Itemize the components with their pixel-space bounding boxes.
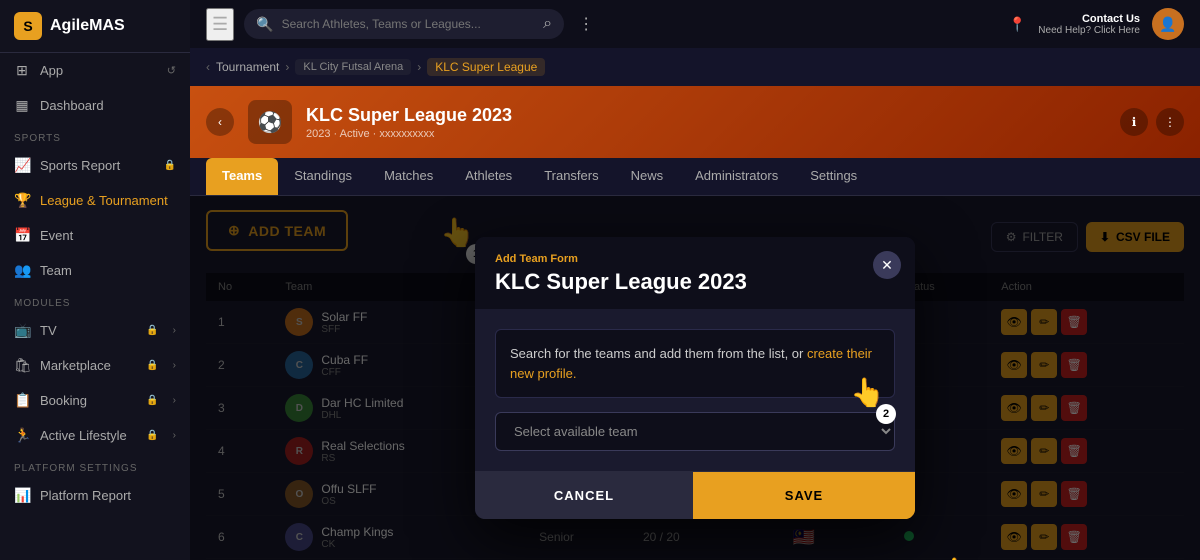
- event-icon: 📅: [14, 227, 30, 244]
- sidebar-item-tv[interactable]: 📺 TV 🔒 ›: [0, 313, 190, 348]
- tab-standings[interactable]: Standings: [278, 158, 368, 195]
- arrow-icon-tv: ›: [173, 325, 176, 336]
- search-icon: 🔍: [256, 16, 273, 33]
- sidebar-item-team[interactable]: 👥 Team: [0, 253, 190, 288]
- modal-overlay: Add Team Form KLC Super League 2023 ✕ Se…: [190, 196, 1200, 560]
- cursor-hand-3: 👆: [940, 556, 975, 560]
- tabs-bar: Teams Standings Matches Athletes Transfe…: [190, 158, 1200, 196]
- modal-header: Add Team Form KLC Super League 2023 ✕: [475, 237, 915, 309]
- platform-section-label: Platform Settings: [0, 453, 190, 478]
- arrow-icon-active: ›: [173, 430, 176, 441]
- breadcrumb: ‹ Tournament › KL City Futsal Arena › KL…: [190, 48, 1200, 86]
- dashboard-icon: ▦: [14, 97, 30, 114]
- league-info: KLC Super League 2023 2023 · Active · xx…: [306, 105, 1106, 140]
- team-select[interactable]: Select available team: [495, 412, 895, 451]
- sidebar-item-sports-report[interactable]: 📈 Sports Report 🔒: [0, 148, 190, 183]
- topbar-right: 📍 Contact Us Need Help? Click Here 👤: [1009, 8, 1184, 40]
- modal-save-button[interactable]: SAVE: [693, 472, 915, 519]
- team-icon: 👥: [14, 262, 30, 279]
- sidebar-item-platform-report[interactable]: 📊 Platform Report: [0, 478, 190, 513]
- tab-athletes[interactable]: Athletes: [449, 158, 528, 195]
- league-info-btn[interactable]: ℹ: [1120, 108, 1148, 136]
- search-input[interactable]: [282, 17, 536, 31]
- app-icon: ⊞: [14, 62, 30, 79]
- modal-close-button[interactable]: ✕: [873, 251, 901, 279]
- more-options-icon[interactable]: ⋮: [578, 14, 594, 34]
- tab-settings[interactable]: Settings: [794, 158, 873, 195]
- sports-section-label: Sports: [0, 123, 190, 148]
- lock-icon: 🔒: [164, 160, 176, 171]
- contact-us: Contact Us Need Help? Click Here: [1038, 13, 1140, 36]
- lock-icon-marketplace: 🔒: [146, 360, 158, 371]
- add-team-modal: Add Team Form KLC Super League 2023 ✕ Se…: [475, 237, 915, 519]
- league-actions: ℹ ⋮: [1120, 108, 1184, 136]
- modal-form-label: Add Team Form: [495, 253, 895, 265]
- modules-section-label: Modules: [0, 288, 190, 313]
- search-submit-icon[interactable]: ⌕: [543, 15, 552, 33]
- league-banner: ‹ ⚽ KLC Super League 2023 2023 · Active …: [190, 86, 1200, 158]
- sidebar-item-app[interactable]: ⊞ App ↺: [0, 53, 190, 88]
- main-content: ☰ 🔍 ⌕ ⋮ 📍 Contact Us Need Help? Click He…: [190, 0, 1200, 560]
- lock-icon-active: 🔒: [146, 430, 158, 441]
- user-avatar[interactable]: 👤: [1152, 8, 1184, 40]
- modal-cancel-button[interactable]: CANCEL: [475, 472, 693, 519]
- contact-icon: 📍: [1009, 16, 1026, 33]
- search-box: 🔍 ⌕: [244, 9, 564, 39]
- modal-body: Search for the teams and add them from t…: [475, 309, 915, 471]
- tv-icon: 📺: [14, 322, 30, 339]
- breadcrumb-arena[interactable]: KL City Futsal Arena: [295, 59, 411, 75]
- sidebar-item-dashboard[interactable]: ▦ Dashboard: [0, 88, 190, 123]
- breadcrumb-league: KLC Super League: [427, 58, 545, 76]
- modal-title: KLC Super League 2023: [495, 269, 895, 295]
- sidebar-item-league-tournament[interactable]: 🏆 League & Tournament: [0, 183, 190, 218]
- platform-report-icon: 📊: [14, 487, 30, 504]
- trophy-icon: 🏆: [14, 192, 30, 209]
- league-name: KLC Super League 2023: [306, 105, 1106, 126]
- breadcrumb-back-arrow[interactable]: ‹: [206, 60, 210, 74]
- league-meta: 2023 · Active · xxxxxxxxxx: [306, 128, 1106, 140]
- active-lifestyle-icon: 🏃: [14, 427, 30, 444]
- modal-description: Search for the teams and add them from t…: [495, 329, 895, 398]
- booking-icon: 📋: [14, 392, 30, 409]
- topbar: ☰ 🔍 ⌕ ⋮ 📍 Contact Us Need Help? Click He…: [190, 0, 1200, 48]
- sidebar-logo: S AgileMAS: [0, 0, 190, 53]
- sidebar-item-event[interactable]: 📅 Event: [0, 218, 190, 253]
- tab-administrators[interactable]: Administrators: [679, 158, 794, 195]
- sidebar-item-active-lifestyle[interactable]: 🏃 Active Lifestyle 🔒 ›: [0, 418, 190, 453]
- lock-icon-tv: 🔒: [146, 325, 158, 336]
- breadcrumb-sep-2: ›: [417, 60, 421, 74]
- league-logo: ⚽: [248, 100, 292, 144]
- sidebar: S AgileMAS ⊞ App ↺ ▦ Dashboard Sports 📈 …: [0, 0, 190, 560]
- tab-teams[interactable]: Teams: [206, 158, 278, 195]
- arrow-icon-marketplace: ›: [173, 360, 176, 371]
- content-area: ⊕ ADD TEAM ⚙ FILTER ⬇ CSV FILE No Team: [190, 196, 1200, 560]
- app-name: AgileMAS: [50, 17, 125, 35]
- lock-icon-booking: 🔒: [146, 395, 158, 406]
- breadcrumb-tournament[interactable]: Tournament: [216, 60, 279, 74]
- league-more-btn[interactable]: ⋮: [1156, 108, 1184, 136]
- hamburger-button[interactable]: ☰: [206, 8, 234, 41]
- sidebar-item-marketplace[interactable]: 🛍 Marketplace 🔒 ›: [0, 348, 190, 383]
- marketplace-icon: 🛍: [14, 357, 30, 374]
- modal-footer: CANCEL SAVE: [475, 471, 915, 519]
- tab-news[interactable]: News: [615, 158, 680, 195]
- tab-matches[interactable]: Matches: [368, 158, 449, 195]
- sports-report-icon: 📈: [14, 157, 30, 174]
- breadcrumb-sep-1: ›: [285, 60, 289, 74]
- league-nav-prev[interactable]: ‹: [206, 108, 234, 136]
- sidebar-item-booking[interactable]: 📋 Booking 🔒 ›: [0, 383, 190, 418]
- tab-transfers[interactable]: Transfers: [528, 158, 614, 195]
- logo-icon: S: [14, 12, 42, 40]
- arrow-icon-booking: ›: [173, 395, 176, 406]
